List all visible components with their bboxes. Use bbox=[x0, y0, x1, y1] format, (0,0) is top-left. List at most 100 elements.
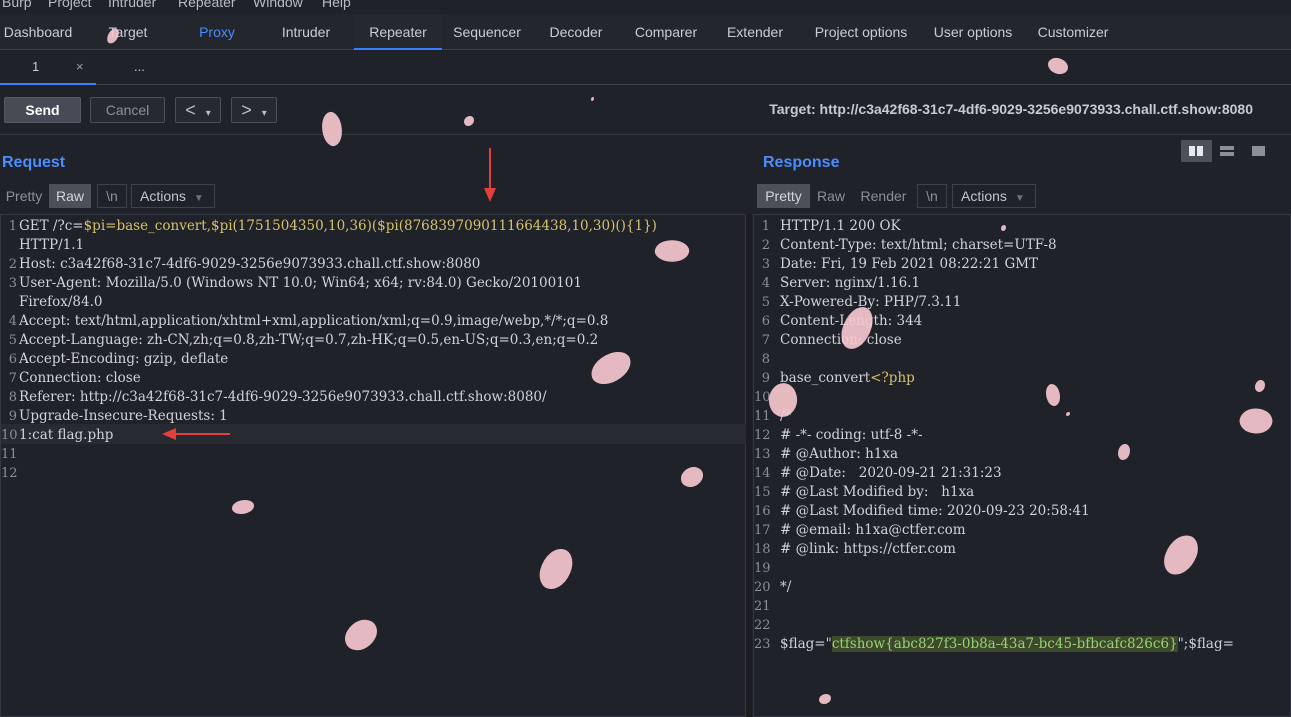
menu-burp[interactable]: Burp bbox=[2, 0, 32, 10]
response-tab-render[interactable]: Render bbox=[854, 184, 913, 208]
code-line: base_convert<?php bbox=[780, 369, 915, 388]
line-number: 12 bbox=[1, 466, 18, 481]
response-title: Response bbox=[763, 154, 840, 171]
line-number: 13 bbox=[754, 447, 771, 462]
response-newline-toggle[interactable]: \n bbox=[917, 184, 947, 208]
tab-repeater[interactable]: Repeater bbox=[354, 14, 442, 50]
line-number: 17 bbox=[754, 523, 771, 538]
tab-project-options[interactable]: Project options bbox=[810, 14, 912, 50]
code-line: # @Author: h1xa bbox=[780, 446, 899, 462]
line-number: 6 bbox=[761, 314, 770, 329]
line-number: 5 bbox=[761, 295, 770, 310]
code-line: 1:cat flag.php bbox=[19, 427, 114, 443]
send-button[interactable]: Send bbox=[4, 97, 81, 123]
code-line: Server: nginx/1.16.1 bbox=[780, 275, 921, 291]
request-actions-menu[interactable]: Actions ▼ bbox=[131, 184, 215, 208]
line-number: 8 bbox=[8, 390, 17, 405]
tab-intruder[interactable]: Intruder bbox=[272, 14, 340, 50]
line-number: 12 bbox=[754, 428, 771, 443]
code-line: Upgrade-Insecure-Requests: 1 bbox=[19, 408, 228, 424]
panel-splitter[interactable] bbox=[746, 214, 752, 717]
code-line: Accept-Encoding: gzip, deflate bbox=[19, 351, 229, 367]
line-number: 5 bbox=[8, 333, 17, 348]
menu-window[interactable]: Window bbox=[253, 0, 303, 10]
menu-repeater[interactable]: Repeater bbox=[178, 0, 236, 10]
tab-user-options[interactable]: User options bbox=[930, 14, 1016, 50]
tab-sequencer[interactable]: Sequencer bbox=[450, 14, 524, 50]
menu-project[interactable]: Project bbox=[48, 0, 92, 10]
line-number bbox=[1, 236, 17, 255]
layout-side-by-side-icon[interactable] bbox=[1181, 140, 1212, 162]
line-number: 10 bbox=[1, 428, 18, 443]
code-line: HTTP/1.1 bbox=[19, 237, 85, 253]
line-number: 21 bbox=[754, 599, 771, 614]
subtab-new[interactable]: ... bbox=[134, 51, 154, 85]
line-number bbox=[1, 293, 17, 312]
code-line: # @Last Modified time: 2020-09-23 20:58:… bbox=[780, 503, 1090, 519]
cancel-button[interactable]: Cancel bbox=[90, 97, 165, 123]
line-number: 3 bbox=[761, 257, 770, 272]
code-line: Content-Type: text/html; charset=UTF-8 bbox=[780, 237, 1057, 253]
code-line: */ bbox=[780, 579, 792, 595]
tab-proxy[interactable]: Proxy bbox=[192, 14, 242, 50]
line-number: 11 bbox=[754, 409, 771, 424]
code-line: # @link: https://ctfer.com bbox=[780, 541, 956, 557]
main-tabs: Dashboard Target Proxy Intruder Repeater… bbox=[0, 14, 1291, 50]
chevron-down-icon: ▼ bbox=[1014, 193, 1025, 204]
target-label[interactable]: Target: http://c3a42f68-31c7-4df6-9029-3… bbox=[769, 101, 1253, 117]
back-button[interactable]: < ▾ bbox=[175, 97, 221, 123]
line-number: 23 bbox=[754, 637, 771, 652]
menu-intruder[interactable]: Intruder bbox=[108, 0, 156, 10]
tab-customizer[interactable]: Customizer bbox=[1034, 14, 1112, 50]
response-editor[interactable]: 1 HTTP/1.1 200 OK 2 Content-Type: text/html… bbox=[753, 214, 1291, 717]
layout-toggle bbox=[1181, 140, 1274, 162]
line-number: 7 bbox=[8, 371, 17, 386]
layout-stacked-icon[interactable] bbox=[1212, 140, 1243, 162]
request-tab-pretty[interactable]: Pretty bbox=[0, 184, 48, 208]
flag-value: ctfshow{abc827f3-0b8a-43a7-bc45-bfbcafc8… bbox=[831, 636, 1178, 652]
tab-extender[interactable]: Extender bbox=[722, 14, 788, 50]
response-actions-menu[interactable]: Actions ▼ bbox=[952, 184, 1036, 208]
repeater-subtabs: 1 × ... bbox=[0, 51, 1291, 85]
subtab-1[interactable]: 1 × bbox=[0, 51, 96, 85]
code-line: # @email: h1xa@ctfer.com bbox=[780, 522, 966, 538]
code-line: Connection: close bbox=[19, 370, 141, 386]
chevron-down-icon[interactable]: ▾ bbox=[262, 108, 267, 119]
code-line: Host: c3a42f68-31c7-4df6-9029-3256e90739… bbox=[19, 256, 481, 272]
tab-dashboard[interactable]: Dashboard bbox=[0, 14, 76, 50]
close-icon[interactable]: × bbox=[76, 51, 84, 83]
chevron-down-icon[interactable]: ▾ bbox=[206, 108, 211, 119]
code-line: HTTP/1.1 200 OK bbox=[780, 218, 901, 234]
line-number: 1 bbox=[761, 219, 770, 234]
code-line: Firefox/84.0 bbox=[19, 294, 103, 310]
menu-bar: Burp Project Intruder Repeater Window He… bbox=[0, 0, 1291, 10]
line-number: 11 bbox=[1, 447, 18, 462]
line-number: 16 bbox=[754, 504, 771, 519]
line-number: 9 bbox=[8, 409, 17, 424]
tab-comparer[interactable]: Comparer bbox=[630, 14, 702, 50]
line-number: 19 bbox=[754, 561, 771, 576]
request-view-tabs: Pretty Raw \n Actions ▼ bbox=[0, 184, 220, 208]
forward-button[interactable]: > ▾ bbox=[231, 97, 277, 123]
request-tab-raw[interactable]: Raw bbox=[49, 184, 91, 208]
menu-help[interactable]: Help bbox=[322, 0, 351, 10]
line-number: 15 bbox=[754, 485, 771, 500]
line-number: 2 bbox=[761, 238, 770, 253]
tab-decoder[interactable]: Decoder bbox=[544, 14, 608, 50]
line-number: 4 bbox=[761, 276, 770, 291]
repeater-toolbar: Send Cancel < ▾ > ▾ Target: http://c3a42… bbox=[0, 86, 1291, 135]
line-number: 3 bbox=[8, 276, 17, 291]
code-line: Referer: http://c3a42f68-31c7-4df6-9029-… bbox=[19, 389, 547, 405]
line-number: 20 bbox=[754, 580, 771, 595]
response-tab-pretty[interactable]: Pretty bbox=[757, 184, 810, 208]
code-line: Accept: text/html,application/xhtml+xml,… bbox=[19, 313, 609, 329]
subtab-1-label: 1 bbox=[32, 59, 40, 74]
layout-tabs-icon[interactable] bbox=[1243, 140, 1274, 162]
request-newline-toggle[interactable]: \n bbox=[97, 184, 127, 208]
code-line: # @Last Modified by: h1xa bbox=[780, 484, 975, 500]
code-line: User-Agent: Mozilla/5.0 (Windows NT 10.0… bbox=[19, 275, 582, 291]
line-number: 4 bbox=[8, 314, 17, 329]
response-tab-raw[interactable]: Raw bbox=[810, 184, 852, 208]
code-line: Date: Fri, 19 Feb 2021 08:22:21 GMT bbox=[780, 256, 1039, 272]
actions-label: Actions bbox=[140, 188, 186, 204]
